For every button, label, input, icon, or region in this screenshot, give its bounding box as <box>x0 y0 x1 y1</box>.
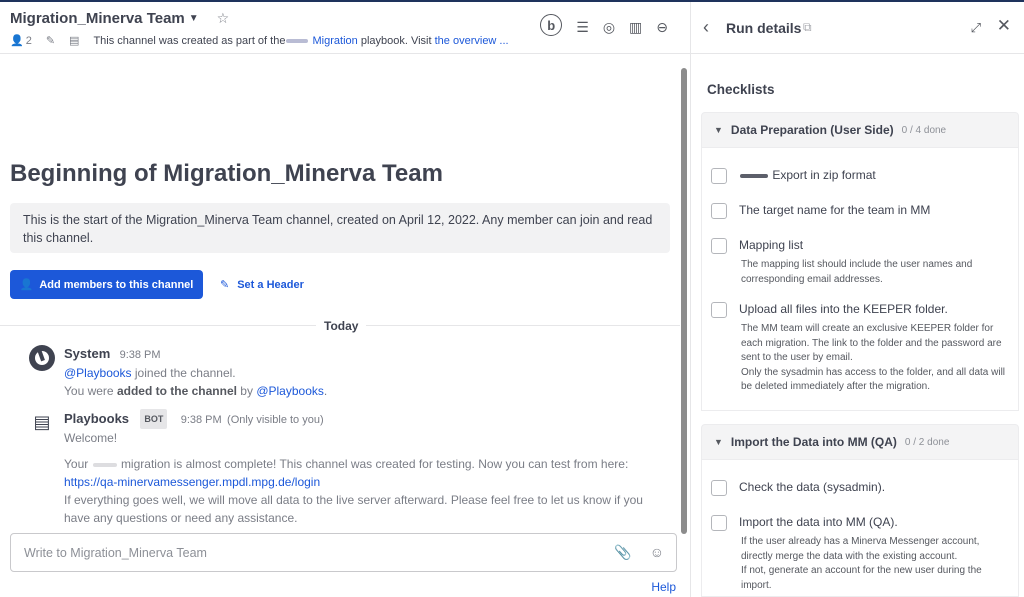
chevron-down-icon[interactable]: ▼ <box>714 125 723 135</box>
add-user-icon: 👤 <box>19 279 34 291</box>
checkbox[interactable] <box>711 515 727 531</box>
checklist-count: 0 / 4 done <box>901 124 947 136</box>
add-members-button[interactable]: 👤 Add members to this channel <box>10 270 203 299</box>
post-text: Welcome! <box>64 431 118 445</box>
redacted-mark <box>92 462 117 467</box>
set-header-button[interactable]: ✎ Set a Header <box>220 270 304 299</box>
login-link[interactable]: https://qa-minervamessenger.mpdl.mpg.de/… <box>64 475 320 489</box>
post-text: You were <box>64 384 114 398</box>
checklist-item-description: If the user already has a Minerva Messen… <box>741 536 982 591</box>
rhs-header: ‹ Run details ⧉ ⤢ ✕ <box>691 2 1024 54</box>
pin-icon[interactable]: ✎ <box>46 34 55 47</box>
external-link-icon[interactable]: ⧉ <box>803 20 812 35</box>
composer-actions: 📎 ☺ <box>614 544 664 561</box>
checkbox[interactable] <box>711 238 727 254</box>
checklist-item-label: Upload all files into the KEEPER folder. <box>739 302 948 316</box>
channel-intro-text: This is the start of the Migration_Miner… <box>10 203 670 253</box>
mention-link[interactable]: @Playbooks <box>64 366 132 380</box>
chevron-down-icon[interactable]: ▼ <box>714 437 723 447</box>
checklist-item-label: Import the data into MM (QA). <box>739 515 898 529</box>
checklist-item: Import the data into MM (QA). If the use… <box>711 515 1011 597</box>
rhs-title: Run details <box>726 20 802 36</box>
checklist-item-label: The target name for the team in MM <box>739 203 931 217</box>
chevron-down-icon[interactable]: ▼ <box>189 13 199 24</box>
post-text: Your <box>64 457 89 471</box>
emoji-icon[interactable]: ☺ <box>650 544 664 561</box>
post-text: . <box>323 384 328 398</box>
checklist-header[interactable]: ▼ Import the Data into MM (QA) 0 / 2 don… <box>701 424 1019 460</box>
pencil-icon: ✎ <box>220 279 230 291</box>
checkbox[interactable] <box>711 168 727 184</box>
checklist-title: Import the Data into MM (QA) <box>730 435 897 449</box>
channel-title[interactable]: Migration_Minerva Team ▼ ☆ <box>10 10 229 27</box>
post-text-bold: added to the channel <box>116 384 237 398</box>
attachment-icon[interactable]: 📎 <box>614 544 631 561</box>
back-chevron-icon[interactable]: ‹ <box>703 17 709 38</box>
close-icon[interactable]: ✕ <box>997 16 1011 36</box>
favorite-star-icon[interactable]: ☆ <box>217 10 230 27</box>
post-time[interactable]: 9:38 PM <box>181 414 222 426</box>
member-icon[interactable]: 👤 <box>10 34 24 47</box>
post-body: Playbooks BOT 9:38 PM (Only visible to y… <box>64 409 664 527</box>
post-text: migration is almost complete! This chann… <box>120 457 629 471</box>
add-members-label: Add members to this channel <box>39 278 194 291</box>
checklist-title: Data Preparation (User Side) <box>730 123 894 137</box>
mattermost-logo-icon[interactable] <box>29 345 55 371</box>
purpose-prefix: This channel was created as part of the <box>93 34 286 47</box>
expand-icon[interactable]: ⤢ <box>971 20 981 36</box>
channel-name[interactable]: Migration_Minerva Team <box>10 10 185 27</box>
run-details-panel: ‹ Run details ⧉ ⤢ ✕ Checklists ▼ Data Pr… <box>690 2 1024 597</box>
post-body: System 9:38 PM @Playbooks joined the cha… <box>64 345 327 400</box>
b-badge-icon[interactable]: b <box>540 14 563 36</box>
set-header-label: Set a Header <box>237 278 304 291</box>
post-author[interactable]: System <box>64 346 110 361</box>
post-text: joined the channel. <box>134 366 236 380</box>
member-count[interactable]: 2 <box>26 35 32 47</box>
visibility-note: (Only visible to you) <box>227 414 324 426</box>
redacted-mark <box>286 38 309 43</box>
redacted-mark <box>740 173 768 178</box>
channel-intro-title: Beginning of Migration_Minerva Team <box>10 160 443 187</box>
overview-link[interactable]: the overview ... <box>435 35 509 47</box>
checklist-header[interactable]: ▼ Data Preparation (User Side) 0 / 4 don… <box>701 112 1019 148</box>
post-text: If everything goes well, we will move al… <box>64 493 643 525</box>
message-composer: 📎 ☺ <box>10 533 677 572</box>
checklist-item-label: Export in zip format <box>772 168 876 182</box>
checklist-item-label: Check the data (sysadmin). <box>739 480 886 494</box>
minus-circle-icon[interactable]: ⊖ <box>656 19 668 36</box>
list-icon[interactable]: ☰ <box>576 19 589 36</box>
checklist-count: 0 / 2 done <box>904 436 950 448</box>
checkbox[interactable] <box>711 203 727 219</box>
date-separator-label: Today <box>316 319 367 333</box>
checklist-item-description: The MM team will create an exclusive KEE… <box>741 323 1006 392</box>
message-input[interactable] <box>11 534 571 571</box>
checkbox[interactable] <box>711 302 727 318</box>
purpose-middle: playbook. Visit <box>360 34 432 47</box>
checkbox[interactable] <box>711 480 727 496</box>
post-text: by <box>240 384 253 398</box>
bot-badge: BOT <box>140 409 168 429</box>
channel-header-actions: b ☰ ◎ ▥ ⊖ <box>540 14 668 36</box>
checklist-item-description: The mapping list should include the user… <box>741 259 973 285</box>
message-scrollbar[interactable] <box>681 68 687 534</box>
playbook-link[interactable]: Migration <box>313 35 358 47</box>
post-author[interactable]: Playbooks <box>64 411 129 426</box>
channel-view: Migration_Minerva Team ▼ ☆ 👤 2 ✎ ▤ This … <box>0 2 690 597</box>
help-link[interactable]: Help <box>651 580 676 594</box>
checklists-heading: Checklists <box>707 82 775 97</box>
channel-header: Migration_Minerva Team ▼ ☆ 👤 2 ✎ ▤ This … <box>0 2 690 54</box>
clipboard-icon[interactable]: ▥ <box>629 19 642 36</box>
target-icon[interactable]: ◎ <box>603 19 615 36</box>
clipboard-check-icon[interactable]: ▤ <box>29 409 55 435</box>
channel-subheader: 👤 2 ✎ ▤ This channel was created as part… <box>10 34 509 48</box>
checklist-item-label: Mapping list <box>739 238 804 252</box>
files-icon[interactable]: ▤ <box>69 34 79 47</box>
mention-link[interactable]: @Playbooks <box>256 384 324 398</box>
post-time[interactable]: 9:38 PM <box>120 349 161 361</box>
